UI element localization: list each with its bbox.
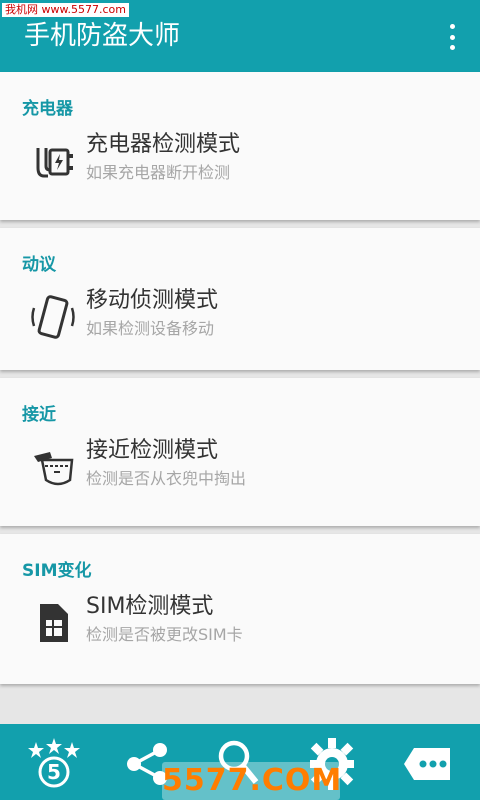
section-charger: 充电器 充电器检测模式 如果充电器断开检测 (0, 72, 480, 220)
rate-badge-number: 5 (47, 760, 61, 784)
more-button[interactable] (400, 738, 456, 790)
sim-mode-subtitle: 检测是否被更改SIM卡 (86, 625, 243, 644)
proximity-mode-item[interactable]: 接近检测模式 检测是否从衣兜中掏出 (0, 434, 480, 506)
phone-motion-icon (31, 295, 75, 339)
sim-mode-title: SIM检测模式 (86, 594, 214, 619)
pocket-icon (34, 452, 74, 486)
sim-mode-item[interactable]: SIM检测模式 检测是否被更改SIM卡 (0, 590, 480, 662)
section-heading: 充电器 (22, 99, 73, 119)
charger-mode-subtitle: 如果充电器断开检测 (86, 163, 231, 182)
proximity-mode-subtitle: 检测是否从衣兜中掏出 (86, 469, 247, 488)
charger-mode-title: 充电器检测模式 (86, 132, 241, 157)
rate-stars-icon: 5 (28, 738, 80, 788)
app-root: 我机网 www.5577.com 手机防盗大师 充电器 充电器检测模式 如果充电… (0, 0, 480, 800)
watermark-bottom: 5577.COM (162, 762, 343, 800)
motion-mode-subtitle: 如果检测设备移动 (86, 319, 215, 338)
section-motion: 动议 移动侦测模式 如果检测设备移动 (0, 228, 480, 370)
app-header: 我机网 www.5577.com 手机防盗大师 (0, 0, 480, 72)
section-heading: 接近 (22, 405, 56, 425)
sim-card-icon (40, 604, 68, 642)
section-heading: SIM变化 (22, 561, 92, 581)
rate-button[interactable]: 5 (26, 738, 82, 790)
more-icon (404, 748, 450, 780)
overflow-menu-icon[interactable] (442, 24, 462, 50)
section-heading: 动议 (22, 255, 56, 275)
motion-mode-title: 移动侦测模式 (86, 288, 219, 313)
charger-icon (36, 148, 73, 178)
motion-mode-item[interactable]: 移动侦测模式 如果检测设备移动 (0, 284, 480, 356)
section-sim: SIM变化 SIM检测模式 检测是否被更改SIM卡 (0, 534, 480, 684)
app-title: 手机防盗大师 (24, 21, 181, 51)
section-proximity: 接近 接近检测模式 检测是否从衣兜中掏出 (0, 378, 480, 526)
charger-mode-item[interactable]: 充电器检测模式 如果充电器断开检测 (0, 128, 480, 200)
watermark-top: 我机网 www.5577.com (2, 3, 129, 17)
proximity-mode-title: 接近检测模式 (86, 438, 219, 463)
watermark-bottom-text: 5577.COM (162, 763, 343, 798)
